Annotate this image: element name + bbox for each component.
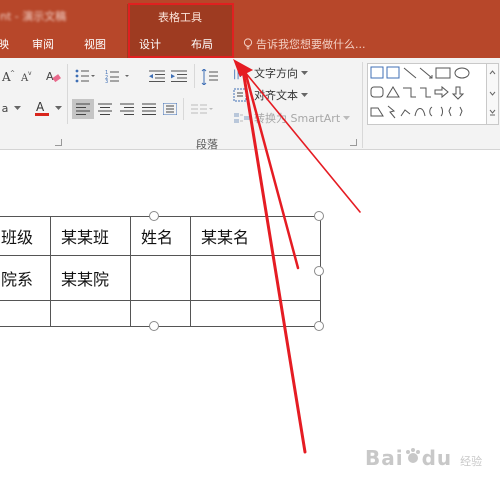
resize-handle[interactable] xyxy=(149,321,159,331)
increase-font-icon[interactable]: A ^ xyxy=(0,68,16,84)
tab-view[interactable]: 视图 xyxy=(84,36,106,52)
table-cell[interactable] xyxy=(130,255,191,301)
chevron-down-icon xyxy=(301,70,308,75)
align-text-button[interactable]: 对齐文本 xyxy=(233,87,308,103)
table-cell[interactable] xyxy=(0,300,51,327)
watermark-du: du xyxy=(421,446,453,470)
align-center-button[interactable] xyxy=(95,99,115,119)
baidu-watermark: Bai du 经验 xyxy=(365,446,482,470)
justify-button[interactable] xyxy=(139,99,159,119)
tab-slideshow[interactable]: 映 xyxy=(0,36,9,52)
convert-smartart-label: 转换为 SmartArt xyxy=(254,112,341,125)
table-cell[interactable]: 某某班 xyxy=(50,216,131,256)
convert-smartart-button[interactable]: 转换为 SmartArt xyxy=(233,110,351,126)
watermark-suffix: 经验 xyxy=(460,455,483,468)
ribbon-separator xyxy=(183,98,184,120)
chevron-icons xyxy=(489,70,496,116)
tell-me-text: 告诉我您想要做什么... xyxy=(256,38,366,51)
chevron-down-icon xyxy=(343,115,351,120)
context-tab-title: 表格工具 xyxy=(158,11,202,24)
align-text-icon xyxy=(233,88,247,102)
svg-text:3: 3 xyxy=(105,79,108,83)
table-cell[interactable] xyxy=(190,300,321,327)
columns-icon[interactable] xyxy=(190,101,214,117)
lightbulb-icon xyxy=(243,38,253,50)
svg-text:^: ^ xyxy=(10,70,15,77)
svg-text:A: A xyxy=(36,100,45,114)
text-direction-icon: ||A xyxy=(233,69,247,80)
slide-table[interactable]: 班级 某某班 姓名 某某名 院系 某某院 xyxy=(0,216,321,327)
font-color-icon[interactable]: A xyxy=(32,98,52,118)
distributed-button[interactable] xyxy=(160,99,180,119)
ribbon-separator xyxy=(362,62,363,148)
tab-design[interactable]: 设计 xyxy=(139,36,161,52)
line-spacing-icon[interactable] xyxy=(199,68,221,86)
smartart-icon xyxy=(234,113,250,123)
increase-indent-icon[interactable] xyxy=(170,68,188,84)
watermark-brand: Bai xyxy=(365,446,404,470)
table-cell[interactable] xyxy=(190,255,321,301)
table-row xyxy=(0,300,321,327)
table-row: 院系 某某院 xyxy=(0,255,321,301)
resize-handle[interactable] xyxy=(314,321,324,331)
clear-formatting-icon[interactable]: A xyxy=(44,67,62,85)
resize-handle[interactable] xyxy=(314,211,324,221)
table-cell[interactable]: 姓名 xyxy=(130,216,191,256)
chevron-down-icon xyxy=(301,92,308,97)
shapes-gallery-icons xyxy=(370,66,470,119)
resize-handle[interactable] xyxy=(149,211,159,221)
table-row: 班级 某某班 姓名 某某名 xyxy=(0,216,321,256)
text-direction-button[interactable]: ||A 文字方向 xyxy=(233,65,308,81)
ribbon-separator xyxy=(67,64,68,124)
ribbon-separator xyxy=(194,64,195,88)
table-cell[interactable]: 班级 xyxy=(0,216,51,256)
paragraph-group-launcher-icon[interactable] xyxy=(350,139,357,146)
align-left-button[interactable] xyxy=(72,99,94,119)
table-cell[interactable]: 院系 xyxy=(0,255,51,301)
align-right-button[interactable] xyxy=(117,99,137,119)
bullets-icon[interactable] xyxy=(74,68,96,84)
tab-layout[interactable]: 布局 xyxy=(191,36,213,52)
shapes-gallery[interactable] xyxy=(367,63,487,125)
tell-me-search[interactable]: 告诉我您想要做什么... xyxy=(243,36,366,52)
decrease-font-icon[interactable]: Av xyxy=(18,68,34,84)
chevron-down-icon[interactable] xyxy=(53,102,63,114)
text-direction-label: 文字方向 xyxy=(254,67,298,80)
align-text-label: 对齐文本 xyxy=(254,89,298,102)
gallery-scroll-arrows[interactable] xyxy=(487,63,499,125)
table-cell[interactable]: 某某名 xyxy=(190,216,321,256)
decrease-indent-icon[interactable] xyxy=(148,68,166,84)
svg-text:v: v xyxy=(28,70,32,77)
paw-icon xyxy=(405,448,420,463)
table-cell[interactable]: 某某院 xyxy=(50,255,131,301)
font-size-label: a xyxy=(1,101,9,115)
svg-text:A: A xyxy=(46,70,54,83)
tab-review[interactable]: 审阅 xyxy=(32,36,54,52)
table-cell[interactable] xyxy=(130,300,191,327)
window-title: nt - 演示文稿 xyxy=(0,10,67,22)
resize-handle[interactable] xyxy=(314,266,324,276)
table-cell[interactable] xyxy=(50,300,131,327)
chevron-down-icon[interactable] xyxy=(12,102,22,114)
paragraph-group-label: 段落 xyxy=(196,138,218,151)
font-group-launcher-icon[interactable] xyxy=(55,139,62,146)
numbering-icon[interactable]: 123 xyxy=(104,68,134,84)
svg-text:||A: ||A xyxy=(233,69,247,80)
